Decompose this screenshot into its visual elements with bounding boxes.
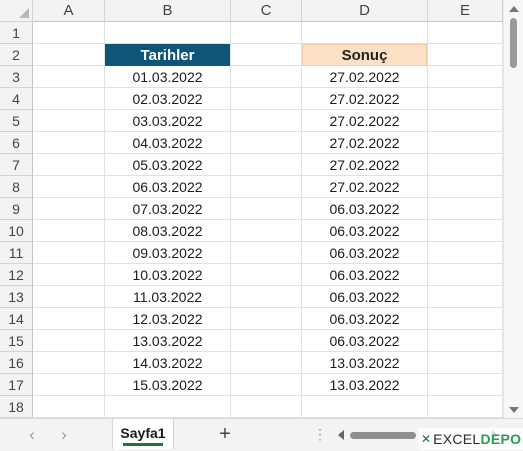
cell-sonuc-value[interactable]: 06.03.2022 — [302, 308, 427, 330]
row-gridline — [33, 219, 503, 220]
watermark-depo: DEPO — [480, 431, 522, 447]
watermark: ✕ EXCEL DEPO — [418, 428, 523, 450]
cell-b2-header-tarihler[interactable]: Tarihler — [105, 44, 230, 66]
row-header-10[interactable]: 10 — [0, 220, 33, 242]
row-gridline — [33, 373, 503, 374]
cell-tarihler-value[interactable]: 06.03.2022 — [105, 176, 230, 198]
cell-tarihler-value[interactable]: 05.03.2022 — [105, 154, 230, 176]
row-header-14[interactable]: 14 — [0, 308, 33, 330]
sheet-tab-label: Sayfa1 — [120, 425, 166, 441]
add-sheet-icon[interactable]: + — [215, 423, 235, 445]
row-header-1[interactable]: 1 — [0, 22, 33, 44]
row-gridline — [33, 197, 503, 198]
row-gridline — [33, 263, 503, 264]
cell-sonuc-value[interactable]: 06.03.2022 — [302, 198, 427, 220]
active-tab-indicator — [123, 443, 163, 446]
cell-sonuc-value[interactable]: 06.03.2022 — [302, 242, 427, 264]
row-gridline — [33, 395, 503, 396]
column-header-b[interactable]: B — [105, 0, 231, 22]
row-header-13[interactable]: 13 — [0, 286, 33, 308]
cell-sonuc-value[interactable]: 13.03.2022 — [302, 352, 427, 374]
row-gridline — [33, 43, 503, 44]
cell-tarihler-value[interactable]: 09.03.2022 — [105, 242, 230, 264]
more-options-icon[interactable]: ⋮ — [313, 426, 327, 442]
scroll-left-icon[interactable] — [338, 430, 344, 440]
scroll-down-icon[interactable] — [509, 407, 519, 413]
row-gridline — [33, 307, 503, 308]
row-header-4[interactable]: 4 — [0, 88, 33, 110]
cell-tarihler-value[interactable]: 03.03.2022 — [105, 110, 230, 132]
cell-sonuc-value[interactable]: 27.02.2022 — [302, 176, 427, 198]
scroll-up-icon[interactable] — [509, 6, 519, 12]
column-header-a[interactable]: A — [33, 0, 105, 22]
row-header-17[interactable]: 17 — [0, 374, 33, 396]
cell-sonuc-value[interactable]: 13.03.2022 — [302, 374, 427, 396]
cell-tarihler-value[interactable]: 11.03.2022 — [105, 286, 230, 308]
row-header-15[interactable]: 15 — [0, 330, 33, 352]
cell-sonuc-value[interactable]: 06.03.2022 — [302, 286, 427, 308]
cell-sonuc-value[interactable]: 27.02.2022 — [302, 154, 427, 176]
cell-sonuc-value[interactable]: 06.03.2022 — [302, 330, 427, 352]
cell-tarihler-value[interactable]: 10.03.2022 — [105, 264, 230, 286]
row-header-16[interactable]: 16 — [0, 352, 33, 374]
row-gridline — [33, 131, 503, 132]
cell-tarihler-value[interactable]: 04.03.2022 — [105, 132, 230, 154]
excel-logo-icon: ✕ — [421, 432, 432, 446]
row-gridline — [33, 285, 503, 286]
row-gridline — [33, 65, 503, 66]
sheet-tab-sayfa1[interactable]: Sayfa1 — [112, 419, 174, 449]
cell-tarihler-value[interactable]: 07.03.2022 — [105, 198, 230, 220]
row-gridline — [33, 351, 503, 352]
row-header-2[interactable]: 2 — [0, 44, 33, 66]
row-header-11[interactable]: 11 — [0, 242, 33, 264]
cell-d2-header-sonuc[interactable]: Sonuç — [302, 44, 427, 66]
next-sheet-button[interactable]: › — [54, 425, 74, 445]
cell-sonuc-value[interactable]: 06.03.2022 — [302, 264, 427, 286]
worksheet-grid[interactable]: ABCDE 1 2 3 4 5 6 7 8 9 10 11 12 13 14 15 16 17 18 Tarihl… — [0, 0, 523, 418]
row-header-18[interactable]: 18 — [0, 396, 33, 418]
row-header-3[interactable]: 3 — [0, 66, 33, 88]
row-gridline — [33, 329, 503, 330]
vertical-scrollbar[interactable] — [503, 0, 523, 418]
cell-tarihler-value[interactable]: 15.03.2022 — [105, 374, 230, 396]
row-header-8[interactable]: 8 — [0, 176, 33, 198]
prev-sheet-button[interactable]: ‹ — [22, 425, 42, 445]
corner-triangle-icon — [19, 8, 29, 18]
row-header-6[interactable]: 6 — [0, 132, 33, 154]
cell-tarihler-value[interactable]: 13.03.2022 — [105, 330, 230, 352]
row-gridline — [33, 153, 503, 154]
column-header-e[interactable]: E — [428, 0, 503, 22]
cell-tarihler-value[interactable]: 14.03.2022 — [105, 352, 230, 374]
cell-tarihler-value[interactable]: 08.03.2022 — [105, 220, 230, 242]
row-gridline — [33, 109, 503, 110]
cell-sonuc-value[interactable]: 27.02.2022 — [302, 132, 427, 154]
cell-sonuc-value[interactable]: 27.02.2022 — [302, 110, 427, 132]
column-header-d[interactable]: D — [302, 0, 428, 22]
cell-sonuc-value[interactable]: 06.03.2022 — [302, 220, 427, 242]
row-gridline — [33, 241, 503, 242]
row-header-12[interactable]: 12 — [0, 264, 33, 286]
cell-sonuc-value[interactable]: 27.02.2022 — [302, 66, 427, 88]
vertical-scroll-thumb[interactable] — [510, 18, 517, 68]
row-gridline — [33, 175, 503, 176]
row-header-9[interactable]: 9 — [0, 198, 33, 220]
column-header-c[interactable]: C — [231, 0, 302, 22]
column-gridline — [230, 22, 231, 418]
row-header-5[interactable]: 5 — [0, 110, 33, 132]
cell-sonuc-value[interactable]: 27.02.2022 — [302, 88, 427, 110]
horizontal-scroll-thumb[interactable] — [350, 432, 416, 439]
cell-tarihler-value[interactable]: 12.03.2022 — [105, 308, 230, 330]
column-gridline — [427, 22, 428, 418]
cell-tarihler-value[interactable]: 02.03.2022 — [105, 88, 230, 110]
select-all-button[interactable] — [0, 0, 33, 22]
row-gridline — [33, 87, 503, 88]
row-header-7[interactable]: 7 — [0, 154, 33, 176]
cell-tarihler-value[interactable]: 01.03.2022 — [105, 66, 230, 88]
watermark-excel: EXCEL — [433, 431, 481, 447]
